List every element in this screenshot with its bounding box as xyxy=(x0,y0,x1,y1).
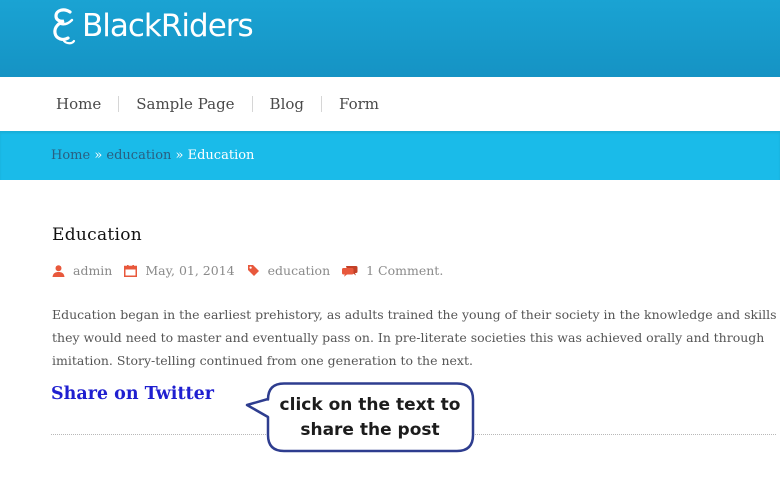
post-comments-text: 1 Comment. xyxy=(366,263,444,278)
post-date: May, 01, 2014 xyxy=(124,263,235,278)
breadcrumb-category[interactable]: education xyxy=(106,148,171,163)
main-nav: Home Sample Page Blog Form xyxy=(0,77,780,131)
site-header: BlackRiders xyxy=(0,0,780,77)
breadcrumb-bar: Home » education » Education xyxy=(0,131,780,180)
site-logo[interactable]: BlackRiders xyxy=(50,4,254,48)
nav-item-home[interactable]: Home xyxy=(39,96,118,112)
logo-mark-icon xyxy=(53,8,76,45)
tag-icon xyxy=(247,265,259,276)
post-date-text: May, 01, 2014 xyxy=(145,263,235,278)
logo-text-riders: Riders xyxy=(160,8,254,44)
post-excerpt: Education began in the earliest prehisto… xyxy=(52,307,777,368)
logo-text-black: Black xyxy=(82,8,162,44)
nav-item-sample-page[interactable]: Sample Page xyxy=(118,96,251,112)
post-category-text: education xyxy=(267,263,331,278)
breadcrumb-home[interactable]: Home xyxy=(51,148,90,163)
post-comments[interactable]: 1 Comment. xyxy=(342,263,443,278)
breadcrumb: Home » education » Education xyxy=(51,148,254,163)
post-category[interactable]: education xyxy=(247,263,331,278)
post-title[interactable]: Education xyxy=(52,225,142,245)
callout-text: click on the text to share the post xyxy=(268,393,472,443)
post-meta: admin May, 01, 2014 education 1 Comment. xyxy=(52,263,455,278)
callout-line-1: click on the text to xyxy=(279,395,461,415)
share-on-twitter-link[interactable]: Share on Twitter xyxy=(51,384,214,404)
post-author-name: admin xyxy=(73,263,113,278)
callout-bubble: click on the text to share the post xyxy=(244,381,476,455)
post-author[interactable]: admin xyxy=(52,263,112,278)
comments-icon xyxy=(342,265,358,277)
user-icon xyxy=(52,264,65,277)
callout-line-2: share the post xyxy=(300,420,440,440)
logo-text: BlackRiders xyxy=(82,8,254,44)
breadcrumb-separator: » xyxy=(90,148,107,163)
breadcrumb-current: Education xyxy=(187,148,255,163)
nav-item-blog[interactable]: Blog xyxy=(251,96,321,112)
nav-item-form[interactable]: Form xyxy=(321,96,396,112)
calendar-icon xyxy=(124,264,138,277)
breadcrumb-separator: » xyxy=(171,148,188,163)
